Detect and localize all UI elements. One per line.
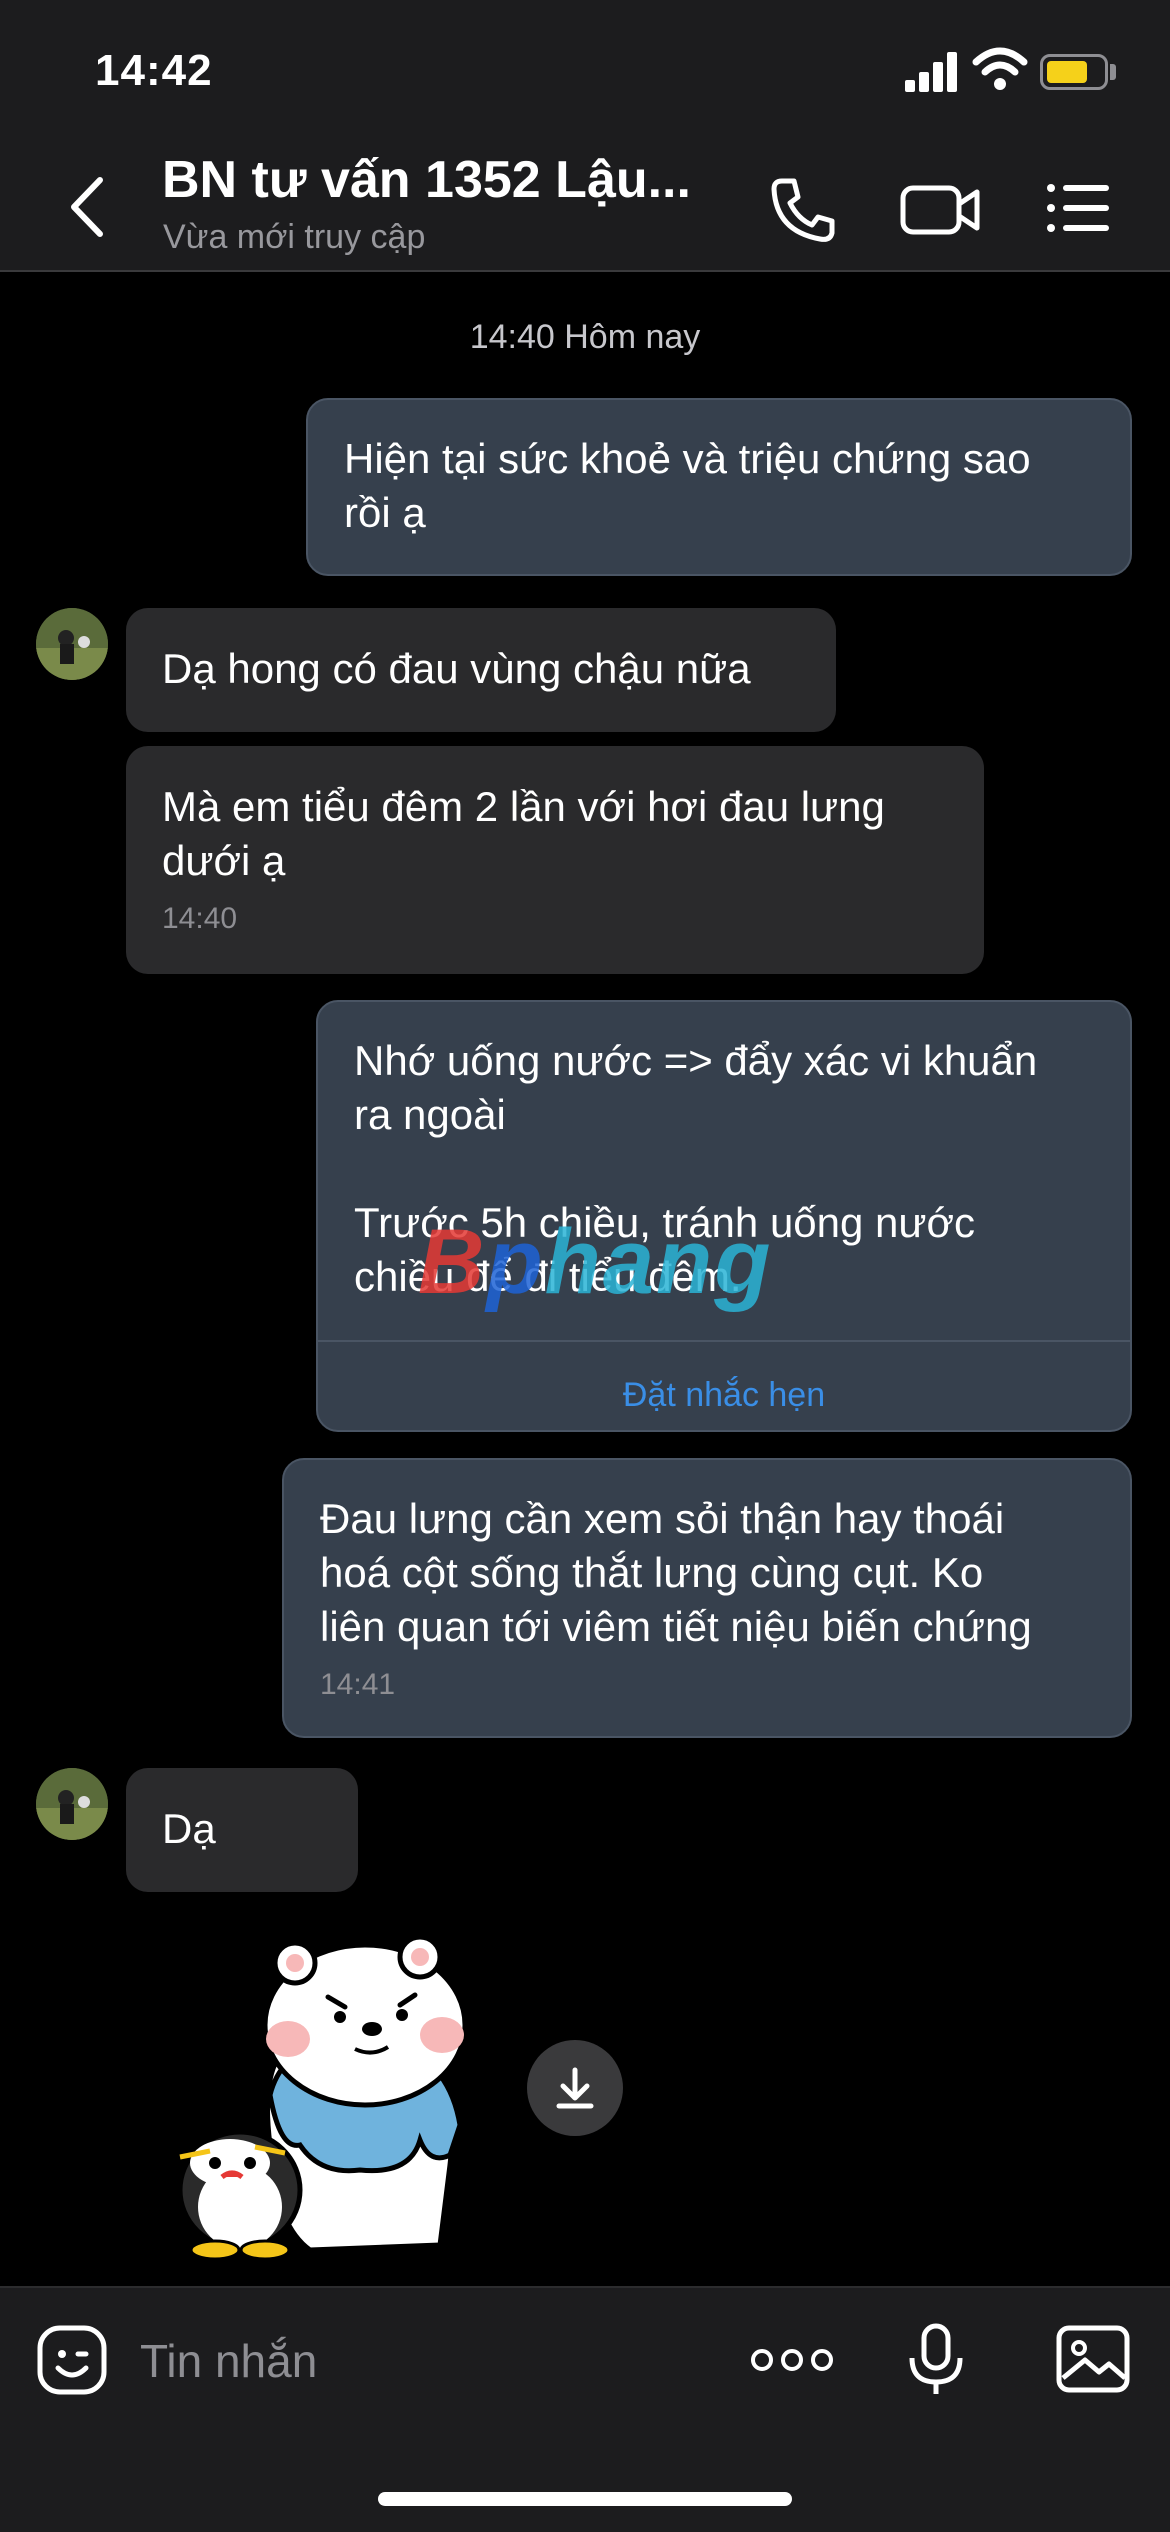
message-line: rồi ạ (344, 489, 426, 536)
menu-list-icon[interactable] (1045, 178, 1111, 238)
image-gallery-icon[interactable] (1055, 2324, 1131, 2394)
message-line: Nhớ uống nước => đẩy xác vi khuẩn (354, 1037, 1038, 1084)
avatar[interactable] (36, 1768, 108, 1840)
message-bubble-outgoing[interactable]: Hiện tại sức khoẻ và triệu chứng sao rồi… (306, 398, 1132, 576)
message-bubble-incoming[interactable]: Mà em tiểu đêm 2 lần với hơi đau lưng dư… (126, 746, 984, 974)
message-line: Mà em tiểu đêm 2 lần với hơi đau lưng (162, 783, 885, 830)
home-indicator[interactable] (378, 2492, 792, 2506)
chat-title[interactable]: BN tư vấn 1352 Lậu... (162, 150, 691, 210)
chat-status: Vừa mới truy cập (163, 218, 426, 256)
phone-call-icon[interactable] (768, 175, 838, 245)
download-button[interactable] (527, 2040, 623, 2136)
battery-icon (1040, 54, 1108, 90)
video-call-icon[interactable] (900, 180, 980, 240)
avatar[interactable] (36, 608, 108, 680)
message-time: 14:41 (320, 1668, 396, 1701)
message-line: dưới ạ (162, 837, 286, 884)
microphone-icon[interactable] (906, 2322, 966, 2398)
message-line-blank (354, 1142, 1094, 1196)
chat-header: 14:42 BN tư vấn 1352 Lậu... Vừa mới truy… (0, 0, 1170, 272)
message-line: Hiện tại sức khoẻ và triệu chứng sao (344, 435, 1031, 482)
message-composer (0, 2286, 1170, 2532)
message-line: ra ngoài (354, 1091, 506, 1138)
message-bubble-outgoing[interactable]: Đau lưng cần xem sỏi thận hay thoái hoá … (282, 1458, 1132, 1738)
battery-cap (1110, 64, 1116, 80)
day-separator: 14:40 Hôm nay (469, 318, 701, 356)
message-input[interactable] (140, 2326, 700, 2396)
cellular-signal-icon (905, 52, 959, 92)
message-bubble-incoming[interactable]: Dạ (126, 1768, 358, 1892)
more-options-icon[interactable] (750, 2344, 834, 2376)
message-line: Dạ hong có đau vùng chậu nữa (162, 645, 751, 692)
wifi-icon (972, 47, 1028, 90)
message-line: Đau lưng cần xem sỏi thận hay thoái (320, 1495, 1005, 1542)
message-time: 14:40 (162, 902, 238, 935)
set-reminder-button[interactable]: Đặt nhắc hẹn (318, 1368, 1130, 1422)
watermark-logo: Bphang (418, 1211, 773, 1313)
message-line: hoá cột sống thắt lưng cùng cụt. Ko (320, 1549, 984, 1596)
message-line: Dạ (162, 1805, 216, 1852)
bear-penguin-sticker[interactable] (160, 1925, 500, 2265)
reminder-divider (318, 1340, 1130, 1342)
back-button[interactable] (62, 172, 112, 242)
message-line: liên quan tới viêm tiết niệu biến chứng (320, 1603, 1032, 1650)
download-icon (556, 2067, 594, 2109)
status-time: 14:42 (95, 46, 213, 95)
message-bubble-incoming[interactable]: Dạ hong có đau vùng chậu nữa (126, 608, 836, 732)
emoji-sticker-icon[interactable] (36, 2324, 108, 2396)
